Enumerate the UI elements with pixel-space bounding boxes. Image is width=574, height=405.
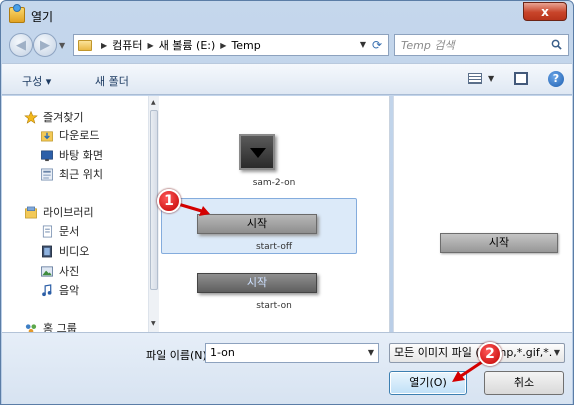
libraries-icon (25, 206, 37, 218)
back-button[interactable]: ◀ (9, 33, 33, 57)
nav-item-favorites[interactable]: 즐겨찾기 (24, 108, 83, 126)
address-dropdown-icon[interactable]: ▼ (360, 40, 366, 49)
nav-item-label: 라이브러리 (43, 206, 94, 219)
nav-item-pictures[interactable]: 사진 (40, 262, 79, 280)
desktop-icon (41, 150, 53, 161)
navigation-pane-scrollbar[interactable]: ▲ ▼ (148, 96, 159, 332)
preview-pane: 시작 (393, 96, 572, 332)
breadcrumb-separator-icon[interactable]: ▶ (101, 41, 107, 50)
nav-item-label: 음악 (59, 284, 80, 297)
preview-pane-toggle-icon[interactable] (514, 72, 528, 85)
nav-item-label: 비디오 (59, 245, 90, 258)
file-thumbnail-sam-2-on[interactable] (239, 134, 275, 170)
nav-item-recent-places[interactable]: 최근 위치 (40, 165, 103, 183)
file-list: sam-2-on 시작 start-off 시작 start-on (159, 96, 389, 332)
breadcrumb-separator-icon[interactable]: ▶ (148, 41, 154, 50)
breadcrumb-volume[interactable]: 새 볼륨 (E:) (159, 37, 216, 53)
scroll-down-icon[interactable]: ▼ (151, 320, 156, 327)
nav-item-label: 사진 (59, 265, 80, 278)
pane-divider[interactable] (389, 96, 390, 332)
star-icon (24, 110, 38, 124)
file-thumbnail-start-off[interactable]: 시작 (197, 214, 317, 234)
command-bar: 구성 ▾ 새 폴더 ▼ ? (2, 63, 572, 95)
paint-app-icon (9, 4, 25, 23)
recent-pages-dropdown-icon[interactable]: ▼ (59, 41, 65, 50)
file-type-dropdown-icon[interactable]: ▼ (554, 344, 560, 362)
view-dropdown-icon[interactable]: ▼ (488, 74, 494, 83)
open-button[interactable]: 열기(O) (389, 371, 467, 395)
organize-menu-button[interactable]: 구성 ▾ (22, 73, 51, 89)
scroll-up-icon[interactable]: ▲ (151, 99, 156, 106)
search-input[interactable]: Temp 검색 (394, 34, 569, 56)
breadcrumb-separator-icon[interactable]: ▶ (220, 41, 226, 50)
nav-item-label: 문서 (59, 225, 80, 238)
downloads-folder-icon (41, 130, 53, 141)
nav-item-documents[interactable]: 문서 (40, 222, 79, 240)
close-button[interactable]: x (523, 2, 567, 21)
cancel-button[interactable]: 취소 (484, 371, 564, 395)
folder-icon (78, 39, 92, 51)
file-name-sam-2-on[interactable]: sam-2-on (159, 178, 389, 188)
nav-item-desktop[interactable]: 바탕 화면 (40, 146, 103, 164)
refresh-icon[interactable]: ⟳ (369, 37, 385, 53)
step2-badge: 2 (478, 342, 502, 366)
music-icon (42, 283, 52, 296)
nav-item-downloads[interactable]: 다운로드 (40, 126, 99, 144)
search-icon[interactable] (551, 39, 562, 50)
window-title: 열기 (31, 10, 54, 24)
file-name-start-off[interactable]: start-off (159, 242, 389, 252)
file-type-value: 모든 이미지 파일 (*.bmp,*.gif,*. (394, 346, 553, 359)
nav-item-libraries[interactable]: 라이브러리 (24, 203, 94, 221)
file-name-start-on[interactable]: start-on (159, 301, 389, 311)
file-type-select[interactable]: 모든 이미지 파일 (*.bmp,*.gif,*. ▼ (389, 343, 565, 363)
documents-icon (42, 225, 53, 237)
help-icon[interactable]: ? (548, 71, 564, 87)
filename-input[interactable]: 1-on ▼ (205, 343, 379, 363)
new-folder-button[interactable]: 새 폴더 (95, 73, 129, 89)
recent-places-icon (41, 168, 53, 180)
pictures-icon (41, 265, 53, 277)
navigation-pane: 즐겨찾기 다운로드 바탕 화면 최근 위치 라이브러리 문서 비디오 사진 음악… (2, 96, 148, 332)
breadcrumb-temp[interactable]: Temp (231, 39, 260, 52)
address-row: ◀ ▶ ▼ ▶ 컴퓨터 ▶ 새 볼륨 (E:) ▶ Temp ▼ ⟳ Temp … (1, 31, 573, 61)
filename-dropdown-icon[interactable]: ▼ (368, 344, 374, 362)
nav-item-label: 다운로드 (59, 129, 100, 142)
nav-item-label: 최근 위치 (59, 168, 103, 181)
preview-image: 시작 (440, 233, 558, 253)
address-bar[interactable]: ▶ 컴퓨터 ▶ 새 볼륨 (E:) ▶ Temp ▼ ⟳ (73, 34, 389, 56)
nav-item-label: 즐겨찾기 (43, 111, 84, 124)
filename-label: 파일 이름(N): (146, 349, 211, 362)
nav-item-label: 홈 그룹 (43, 322, 77, 332)
nav-item-videos[interactable]: 비디오 (40, 242, 89, 260)
change-view-icon[interactable] (468, 73, 482, 84)
forward-button[interactable]: ▶ (33, 33, 57, 57)
filename-value: 1-on (210, 346, 235, 359)
nav-item-homegroup[interactable]: 홈 그룹 (24, 319, 77, 332)
search-placeholder: Temp 검색 (401, 39, 455, 52)
title-bar: 열기 x (1, 1, 573, 29)
step1-badge: 1 (157, 189, 181, 213)
file-thumbnail-start-on[interactable]: 시작 (197, 273, 317, 293)
homegroup-icon (25, 323, 37, 332)
nav-item-music[interactable]: 음악 (40, 281, 79, 299)
videos-icon (42, 245, 52, 257)
nav-item-label: 바탕 화면 (59, 149, 103, 162)
breadcrumb-computer[interactable]: 컴퓨터 (112, 37, 142, 53)
